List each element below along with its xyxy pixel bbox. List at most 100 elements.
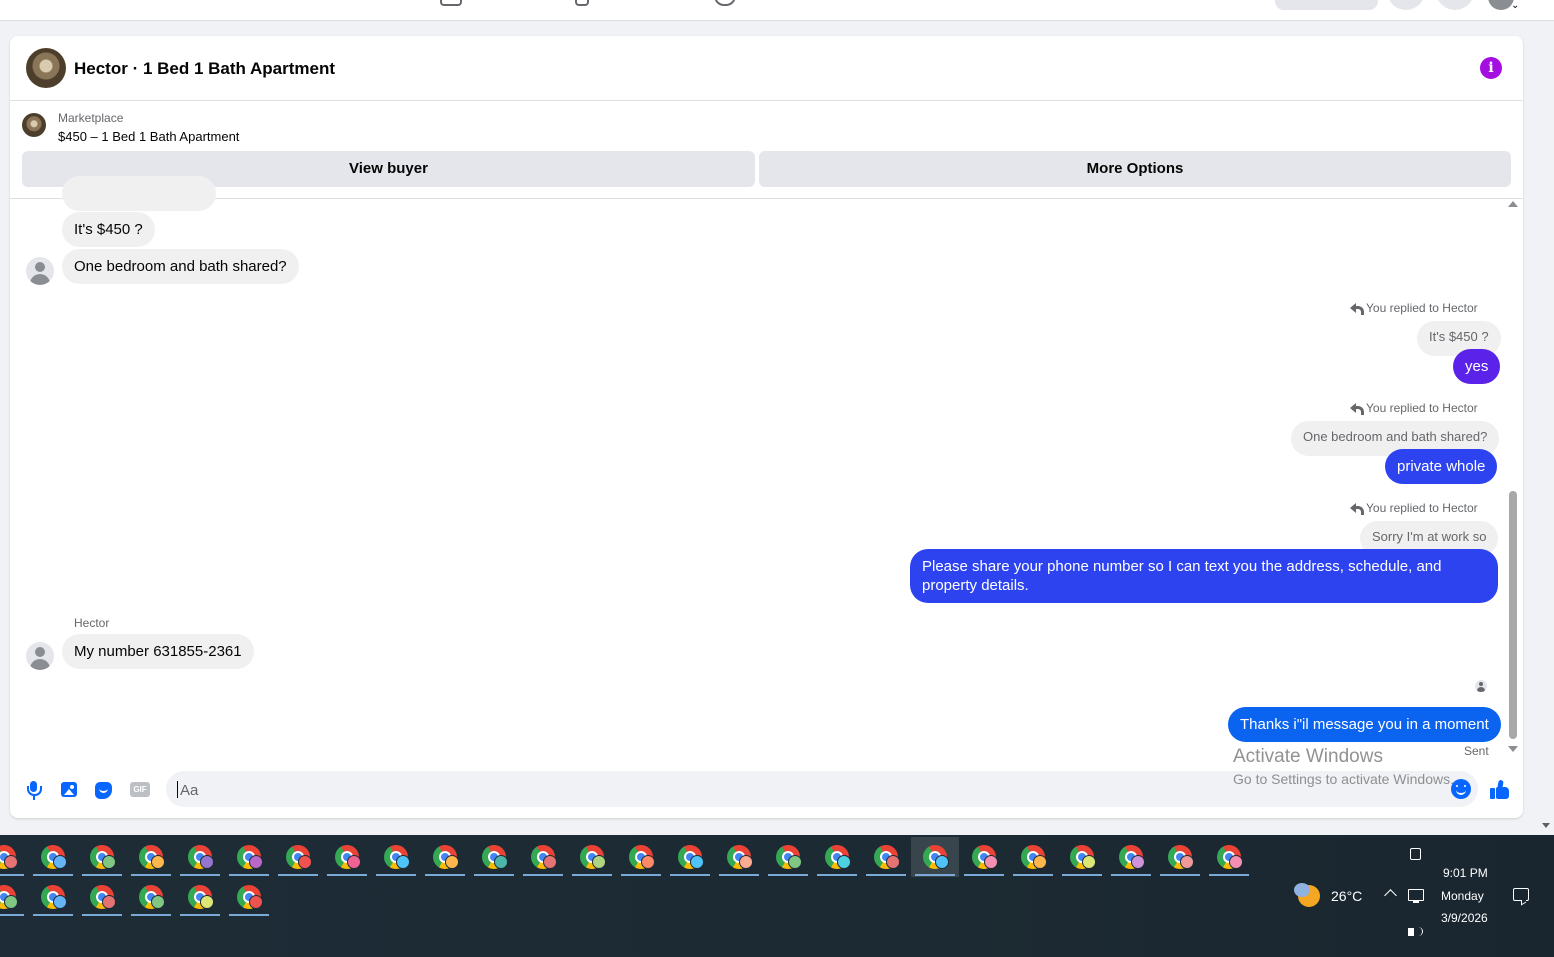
taskbar-chrome-window[interactable] — [911, 837, 959, 877]
clock-day[interactable]: Monday — [1441, 889, 1484, 903]
message-status: Sent — [1464, 744, 1489, 758]
marketplace-label: Marketplace — [58, 111, 124, 125]
sender-name: Hector — [74, 616, 110, 630]
listing-thumbnail[interactable] — [22, 113, 46, 137]
more-options-button[interactable]: More Options — [759, 151, 1511, 187]
windows-taskbar — [0, 835, 1554, 957]
clock-time[interactable]: 9:01 PM — [1443, 866, 1488, 880]
scrollbar-thumb[interactable] — [1509, 491, 1517, 739]
sticker-icon[interactable] — [94, 780, 114, 800]
microphone-icon[interactable] — [24, 780, 44, 800]
sender-avatar[interactable] — [26, 257, 54, 285]
taskbar-chrome-window[interactable] — [0, 837, 28, 877]
conversation-avatar[interactable] — [26, 48, 66, 88]
emoji-icon[interactable] — [1451, 779, 1471, 799]
taskbar-chrome-window[interactable] — [1058, 837, 1106, 877]
profile-badge-icon — [396, 855, 410, 869]
profile-badge-icon — [984, 855, 998, 869]
conversation-title[interactable]: Hector · 1 Bed 1 Bath Apartment — [74, 59, 335, 79]
photo-icon[interactable] — [59, 780, 79, 800]
taskbar-chrome-window[interactable] — [421, 837, 469, 877]
info-icon[interactable]: i — [1480, 57, 1502, 79]
taskbar-chrome-window[interactable] — [715, 837, 763, 877]
thumbs-up-icon[interactable] — [1489, 779, 1511, 801]
sender-avatar[interactable] — [26, 642, 54, 670]
running-indicator — [33, 874, 73, 876]
taskbar-chrome-window[interactable] — [274, 837, 322, 877]
scroll-down-arrow[interactable] — [1508, 746, 1518, 752]
taskbar-chrome-window[interactable] — [470, 837, 518, 877]
marketplace-nav-icon[interactable] — [440, 0, 462, 6]
taskbar-chrome-window[interactable] — [29, 877, 77, 917]
listing-title[interactable]: $450 – 1 Bed 1 Bath Apartment — [58, 129, 239, 144]
taskbar-chrome-window[interactable] — [176, 837, 224, 877]
taskbar-chrome-window[interactable] — [568, 837, 616, 877]
notifications-center-icon[interactable] — [1513, 888, 1529, 901]
weather-icon[interactable] — [1294, 883, 1320, 907]
menu-icon[interactable] — [1387, 0, 1425, 10]
running-indicator — [523, 874, 563, 876]
taskbar-chrome-window[interactable] — [617, 837, 665, 877]
running-indicator — [278, 874, 318, 876]
taskbar-chrome-window[interactable] — [225, 837, 273, 877]
notifications-icon[interactable] — [1436, 0, 1474, 10]
running-indicator — [229, 914, 269, 916]
outgoing-message[interactable]: private whole — [1385, 449, 1498, 484]
taskbar-chrome-window[interactable] — [372, 837, 420, 877]
taskbar-chrome-window[interactable] — [666, 837, 714, 877]
clock-date[interactable]: 3/9/2026 — [1441, 911, 1488, 925]
taskbar-chrome-window[interactable] — [78, 837, 126, 877]
incoming-message[interactable]: It's $450 ? — [62, 212, 155, 247]
meet-now-icon[interactable] — [1410, 848, 1421, 860]
running-indicator — [964, 874, 1004, 876]
marketplace-listing-panel: Marketplace $450 – 1 Bed 1 Bath Apartmen… — [10, 101, 1523, 199]
search-pill[interactable] — [1275, 0, 1378, 10]
page-scroll-down-arrow[interactable] — [1542, 823, 1550, 828]
taskbar-chrome-window[interactable] — [29, 837, 77, 877]
incoming-message[interactable]: One bedroom and bath shared? — [62, 249, 299, 284]
profile-badge-icon — [200, 855, 214, 869]
taskbar-chrome-window[interactable] — [1205, 837, 1253, 877]
taskbar-chrome-window[interactable] — [764, 837, 812, 877]
profile-badge-icon — [4, 895, 18, 909]
volume-icon[interactable] — [1408, 927, 1423, 936]
taskbar-chrome-window[interactable] — [127, 837, 175, 877]
taskbar-chrome-window[interactable] — [1156, 837, 1204, 877]
taskbar-chrome-window[interactable] — [519, 837, 567, 877]
taskbar-chrome-window[interactable] — [323, 837, 371, 877]
taskbar-chrome-window[interactable] — [960, 837, 1008, 877]
reply-note: You replied to Hector — [1350, 401, 1478, 415]
network-icon[interactable] — [1408, 889, 1424, 903]
profile-badge-icon — [886, 855, 900, 869]
taskbar-chrome-window[interactable] — [1009, 837, 1057, 877]
outgoing-message[interactable]: Please share your phone number so I can … — [910, 549, 1498, 603]
watch-nav-icon[interactable] — [714, 0, 736, 6]
profile-badge-icon — [1082, 855, 1096, 869]
reply-note-text: You replied to Hector — [1366, 401, 1478, 415]
seen-indicator-avatar — [1475, 680, 1487, 692]
taskbar-chrome-window[interactable] — [78, 877, 126, 917]
taskbar-chrome-window[interactable] — [225, 877, 273, 917]
taskbar-chrome-window[interactable] — [0, 877, 28, 917]
profile-badge-icon — [1033, 855, 1047, 869]
message-bubble-clipped — [62, 176, 216, 211]
taskbar-chrome-window[interactable] — [862, 837, 910, 877]
running-indicator — [1160, 874, 1200, 876]
taskbar-chrome-window[interactable] — [1107, 837, 1155, 877]
profile-badge-icon — [837, 855, 851, 869]
taskbar-chrome-window[interactable] — [127, 877, 175, 917]
profile-badge-icon — [641, 855, 655, 869]
taskbar-chrome-window[interactable] — [176, 877, 224, 917]
gif-icon[interactable]: GIF — [130, 780, 150, 800]
incoming-message[interactable]: My number 631855-2361 — [62, 634, 254, 669]
profile-badge-icon — [249, 855, 263, 869]
groups-nav-icon[interactable] — [575, 0, 589, 6]
scroll-up-arrow[interactable] — [1508, 201, 1518, 207]
outgoing-message[interactable]: Thanks i"il message you in a moment — [1228, 707, 1501, 742]
outgoing-message[interactable]: yes — [1453, 349, 1501, 384]
chevron-down-icon[interactable]: ⌄ — [1511, 0, 1519, 11]
taskbar-chrome-window[interactable] — [813, 837, 861, 877]
profile-badge-icon — [4, 855, 18, 869]
temperature[interactable]: 26°C — [1331, 888, 1362, 904]
reply-icon — [1350, 303, 1364, 315]
